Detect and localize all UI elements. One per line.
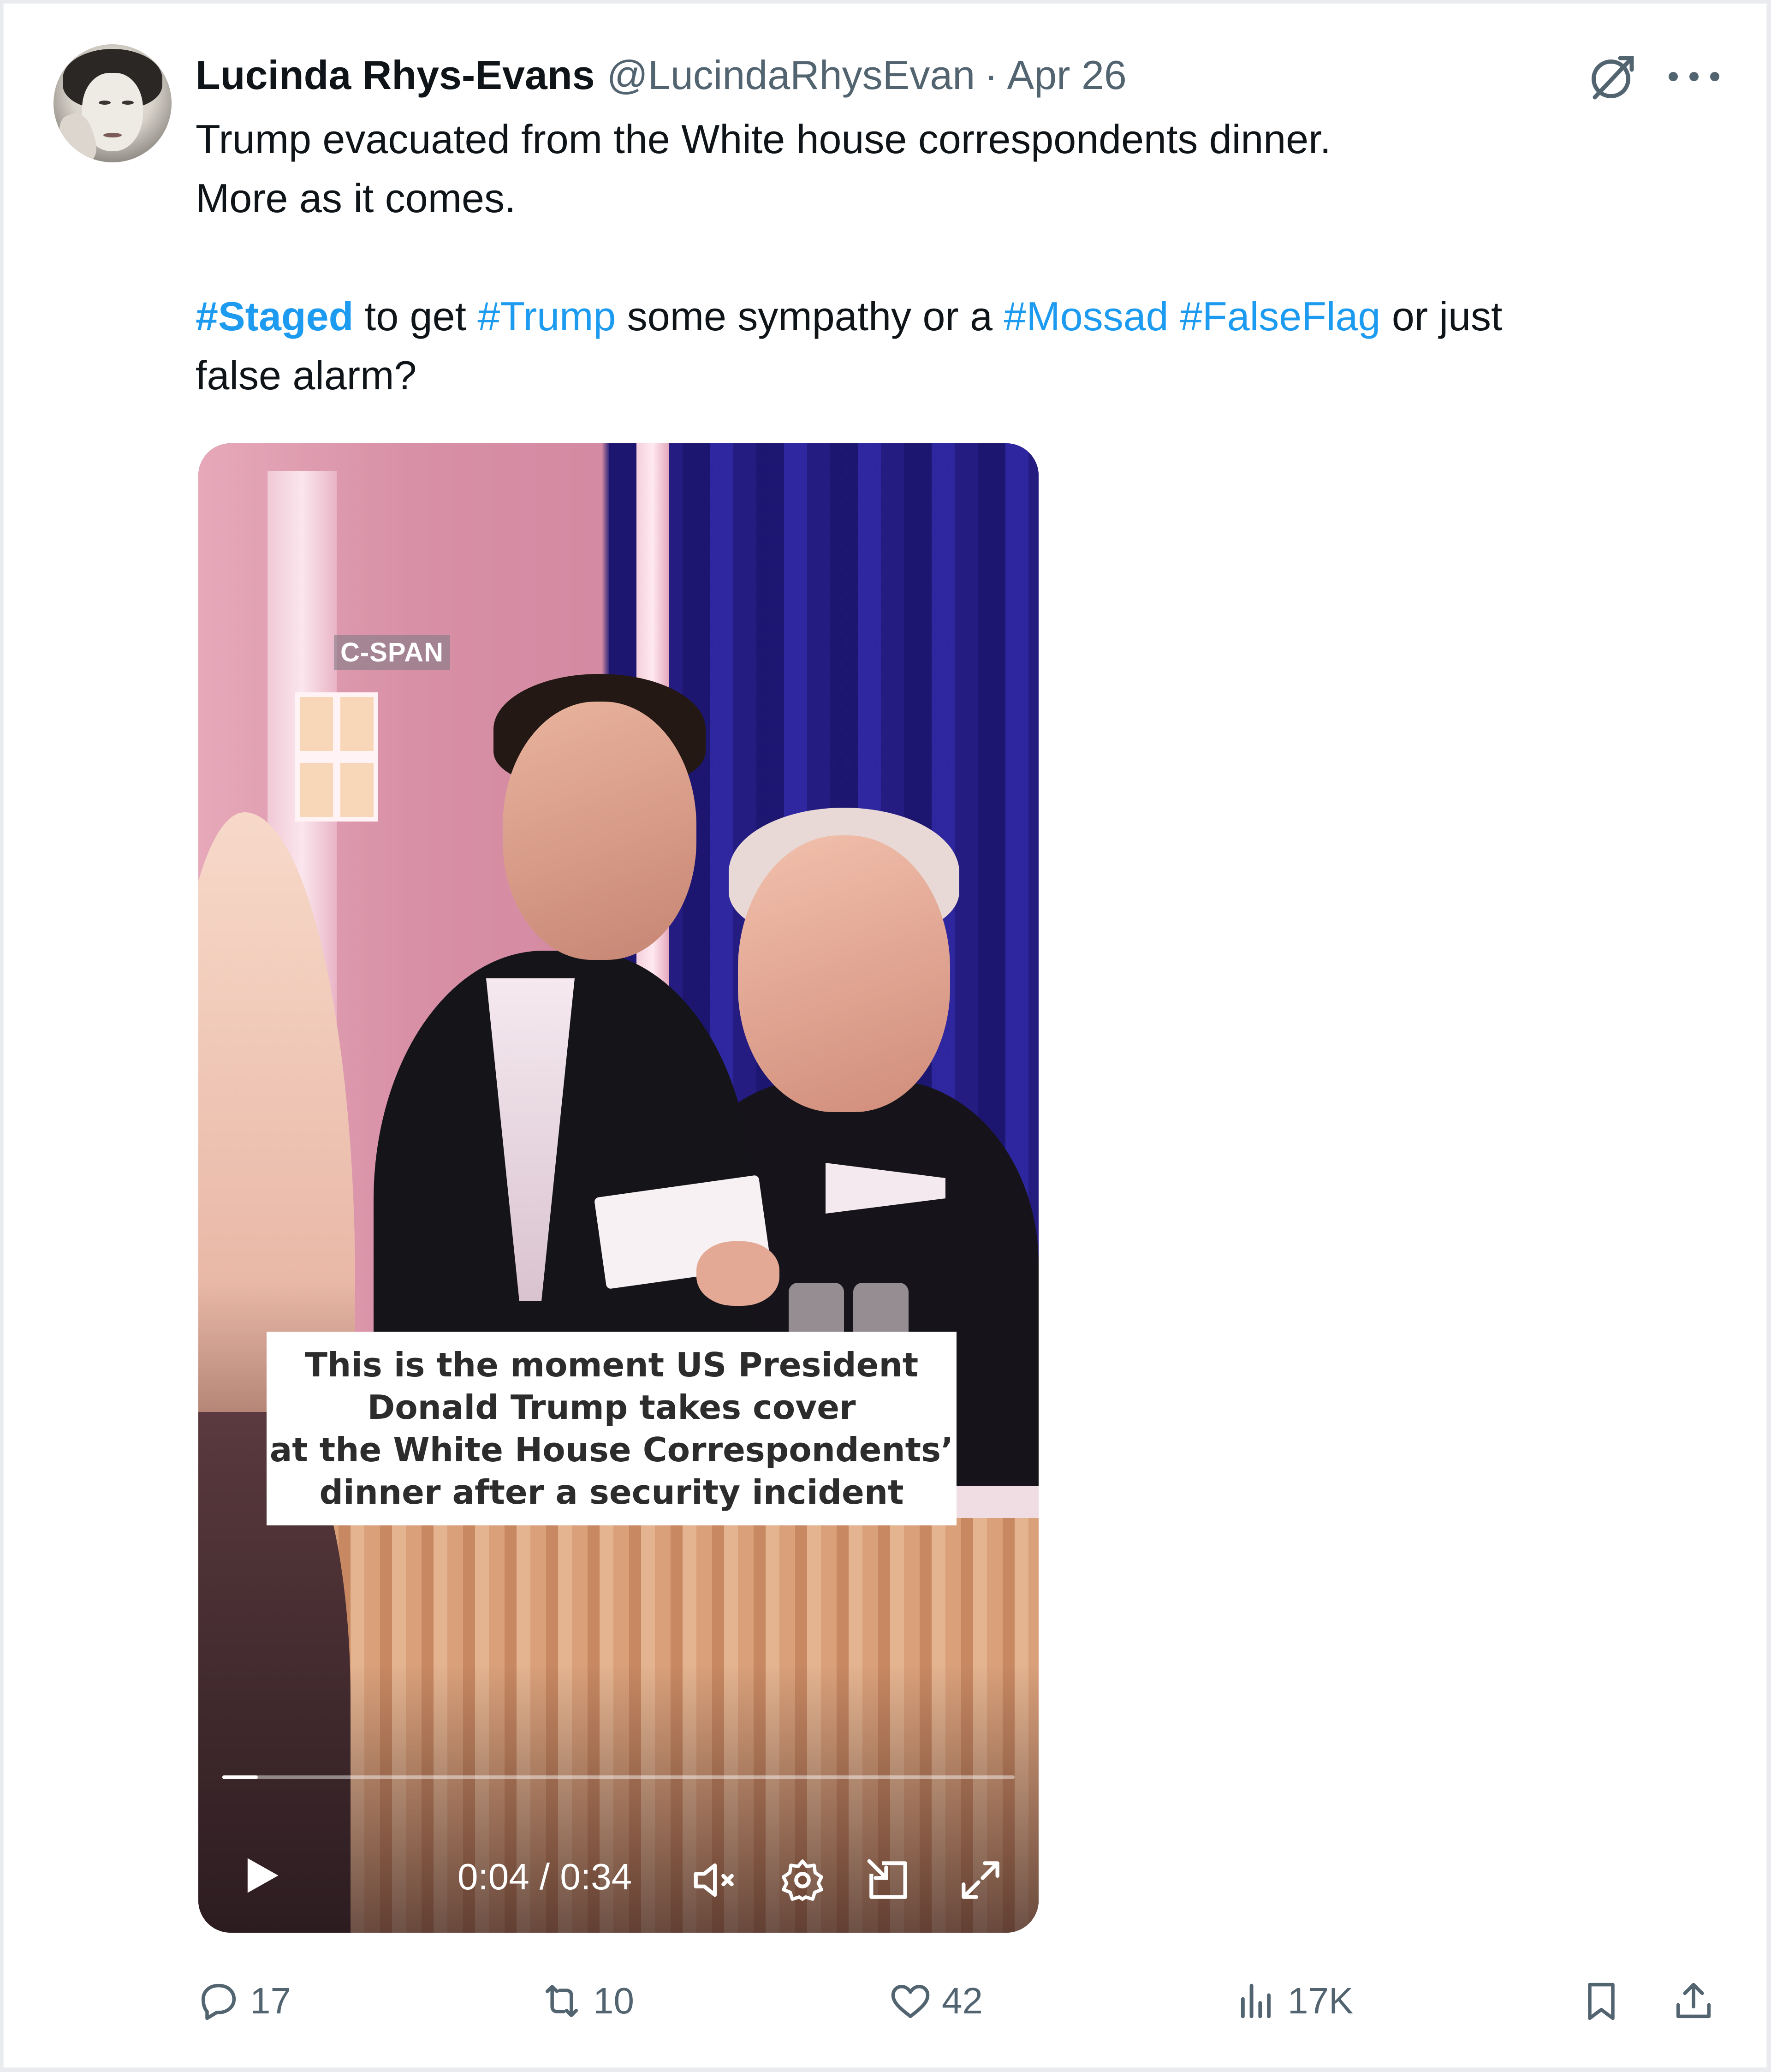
post-text-line-4: false alarm? <box>196 352 417 398</box>
post-date[interactable]: Apr 26 <box>1007 52 1127 99</box>
video-caption: This is the moment US President Donald T… <box>267 1332 957 1525</box>
hashtag-trump[interactable]: #Trump <box>477 293 616 339</box>
views-icon <box>1241 1983 1271 2018</box>
video-progress-bar[interactable] <box>222 1775 1015 1779</box>
video-progress-fill <box>222 1775 258 1779</box>
video-time: 0:04 / 0:34 <box>458 1856 632 1897</box>
views-count: 17K <box>1288 1980 1354 2021</box>
grok-icon[interactable] <box>1586 49 1641 104</box>
repost-button[interactable]: 10 <box>539 1969 634 2033</box>
reply-button[interactable]: 17 <box>196 1969 291 2033</box>
reply-count: 17 <box>250 1980 291 2021</box>
like-count: 42 <box>942 1980 983 2021</box>
share-icon <box>1676 1983 1711 2018</box>
caption-line: Donald Trump takes cover <box>367 1388 856 1427</box>
play-icon[interactable] <box>238 1850 284 1901</box>
caption-line: dinner after a security incident <box>319 1473 904 1512</box>
caption-line: This is the moment US President <box>304 1346 919 1384</box>
video-player[interactable]: C-SPAN This is the moment US President D… <box>198 443 1039 1933</box>
bookmark-button[interactable] <box>1578 1969 1624 2033</box>
hashtag-falseflag[interactable]: #FalseFlag <box>1180 293 1380 339</box>
post-header: Lucinda Rhys-Evans @LucindaRhysEvan · Ap… <box>196 48 1127 103</box>
separator: · <box>984 52 998 98</box>
pip-icon[interactable] <box>861 1855 916 1905</box>
text-fragment: to get <box>353 293 478 339</box>
post-text-line-1: Trump evacuated from the White house cor… <box>196 116 1331 162</box>
like-button[interactable]: 42 <box>887 1969 983 2033</box>
views-button[interactable]: 17K <box>1233 1969 1353 2033</box>
share-button[interactable] <box>1670 1969 1717 2033</box>
settings-icon[interactable] <box>775 1855 830 1905</box>
avatar[interactable] <box>53 44 172 162</box>
author-handle[interactable]: @LucindaRhysEvan <box>607 52 975 99</box>
reply-icon <box>201 1983 236 2020</box>
text-fragment: some sympathy or a <box>616 293 1004 339</box>
repost-count: 10 <box>593 1980 634 2021</box>
more-icon[interactable] <box>1669 63 1719 90</box>
mute-icon[interactable] <box>687 1855 743 1905</box>
author-name[interactable]: Lucinda Rhys-Evans <box>196 52 595 99</box>
text-fragment <box>1169 293 1180 339</box>
hashtag-mossad[interactable]: #Mossad <box>1004 293 1169 339</box>
like-icon <box>891 1985 930 2018</box>
fullscreen-icon[interactable] <box>953 1855 1008 1905</box>
post-text-line-2: More as it comes. <box>196 175 516 221</box>
video-watermark: C-SPAN <box>334 635 451 670</box>
bookmark-icon <box>1588 1983 1615 2020</box>
repost-icon <box>546 1985 578 2017</box>
post-text-line-3: #Staged to get #Trump some sympathy or a… <box>196 287 1736 346</box>
text-fragment: or just <box>1380 293 1503 339</box>
hashtag-staged[interactable]: #Staged <box>196 293 353 339</box>
post-card[interactable]: Lucinda Rhys-Evans @LucindaRhysEvan · Ap… <box>3 3 1767 2068</box>
caption-line: at the White House Correspondents’ <box>269 1430 954 1469</box>
